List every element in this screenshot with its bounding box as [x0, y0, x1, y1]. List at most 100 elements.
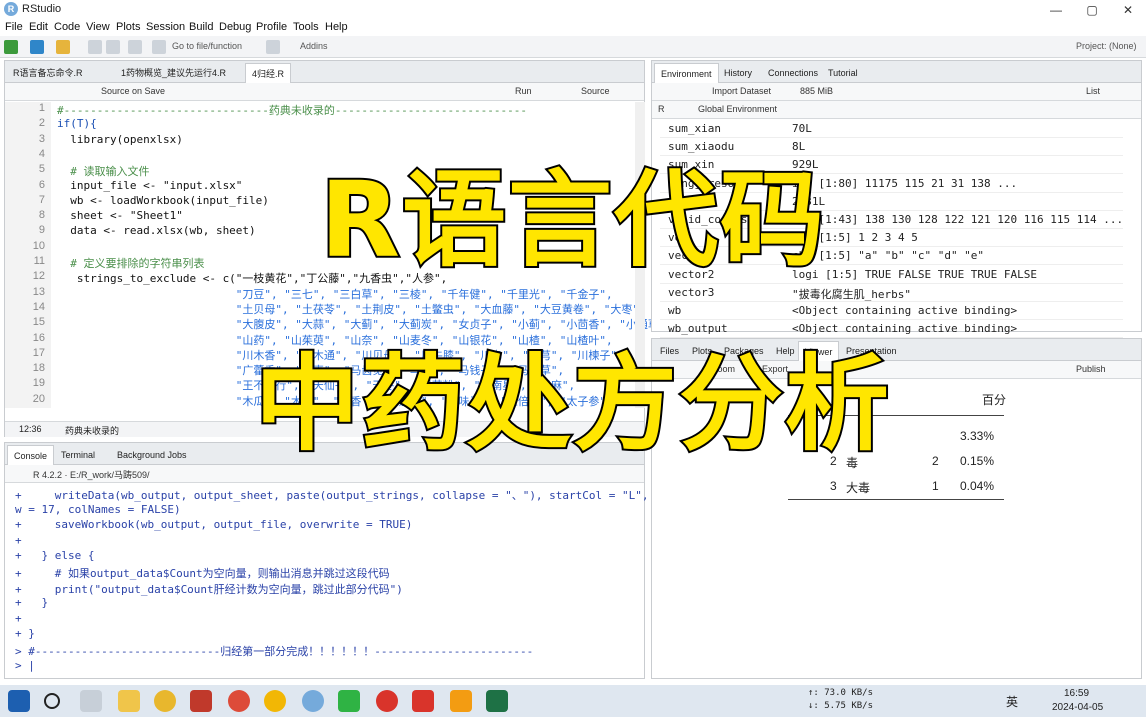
source-on-save-checkbox[interactable]: Source on Save	[101, 86, 165, 96]
tab-guijing[interactable]: 4归经.R	[245, 63, 292, 83]
env-row[interactable]: vector3 "拔毒化腐生肌_herbs"	[660, 284, 1123, 302]
search-app-icon[interactable]	[450, 690, 472, 712]
env-var-value: 8L	[792, 140, 806, 154]
line-number: 4	[38, 147, 45, 160]
taskbar: ↑: 73.0 KB/s ↓: 5.75 KB/s 英 16:59 2024-0…	[0, 685, 1146, 717]
table-bottom-rule	[788, 499, 1004, 500]
tab-connections[interactable]: Connections	[762, 63, 824, 83]
env-var-name: wb_output	[668, 322, 728, 336]
env-row[interactable]: wb <Object containing active binding>	[660, 302, 1123, 320]
main-toolbar: Go to file/function Addins Project: (Non…	[0, 36, 1146, 58]
console-pathbar: R 4.2.2 · E:/R_work/马踌509/	[5, 465, 644, 483]
code-line[interactable]: if(T){	[57, 117, 97, 130]
code-line[interactable]: "大腹皮", "大蒜", "大蓟", "大蓟炭", "女贞子", "小蓟", "…	[57, 316, 672, 332]
save-all-icon[interactable]	[106, 40, 120, 54]
menu-tools[interactable]: Tools	[293, 21, 319, 33]
memory-usage[interactable]: 885 MiB	[800, 86, 833, 96]
line-number: 14	[32, 300, 45, 313]
app-red-icon[interactable]	[190, 690, 212, 712]
env-scope-bar: R Global Environment	[652, 101, 1141, 119]
code-line[interactable]: #-------------------------------药典未收录的--…	[57, 102, 527, 118]
console-line: > |	[15, 658, 35, 672]
language-select[interactable]: R	[658, 104, 665, 114]
new-project-icon[interactable]	[30, 40, 44, 54]
close-button[interactable]: ✕	[1110, 0, 1146, 20]
line-number: 1	[38, 102, 45, 114]
tab-environment[interactable]: Environment	[654, 63, 719, 83]
viewer-cell-count: 1	[932, 479, 939, 493]
viewer-cell-idx: 3	[830, 479, 837, 493]
line-number: 16	[32, 331, 45, 344]
viewer-cell-name: 大毒	[846, 481, 871, 495]
new-file-icon[interactable]	[4, 40, 18, 54]
env-tabbar: Environment History Connections Tutorial	[652, 61, 1141, 83]
code-line[interactable]: library(openxlsx)	[57, 133, 183, 146]
overlay-title-line2: 中药处方分析	[253, 342, 891, 466]
env-var-name: sum_xiaodu	[668, 140, 735, 154]
chrome-icon[interactable]	[154, 690, 176, 712]
goto-file-input[interactable]: Go to file/function	[172, 41, 242, 51]
minimize-button[interactable]: —	[1038, 0, 1074, 20]
code-line[interactable]: "土贝母", "土茯苓", "土荆皮", "土鳖虫", "大血藤", "大豆黄卷…	[57, 301, 646, 317]
wps-icon[interactable]	[412, 690, 434, 712]
env-var-value: <Object containing active binding>	[792, 304, 1018, 317]
menu-session[interactable]: Session	[146, 21, 185, 33]
menu-file[interactable]: File	[5, 21, 23, 33]
env-row[interactable]: sum_xian 70L	[660, 120, 1123, 138]
menu-build[interactable]: Build	[189, 21, 213, 33]
wechat-icon[interactable]	[338, 690, 360, 712]
title-bar: R RStudio — ▢ ✕	[0, 0, 1146, 20]
rstudio-taskbar-icon[interactable]	[302, 690, 324, 712]
list-view-menu[interactable]: List	[1086, 86, 1100, 96]
clock-time[interactable]: 16:59	[1064, 688, 1089, 699]
console-line: + } else {	[15, 549, 95, 563]
clock-date[interactable]: 2024-04-05	[1052, 702, 1103, 713]
run-button[interactable]: Run	[515, 86, 532, 96]
sync-icon[interactable]	[264, 690, 286, 712]
scope-select[interactable]: Global Environment	[698, 104, 777, 114]
line-number: 15	[32, 316, 45, 329]
menu-help[interactable]: Help	[325, 21, 348, 33]
tab-drug-overview[interactable]: 1药物概览_建议先运行4.R	[115, 63, 232, 83]
env-var-value: <Object containing active binding>	[792, 322, 1018, 336]
file-explorer-icon[interactable]	[118, 690, 140, 712]
ime-indicator[interactable]: 英	[1006, 693, 1018, 710]
record-icon[interactable]	[376, 690, 398, 712]
console-line: w = 17, colNames = FALSE)	[15, 502, 181, 516]
project-menu[interactable]: Project: (None)	[1076, 41, 1137, 51]
search-icon[interactable]	[44, 693, 60, 709]
code-line[interactable]: "刀豆", "三七", "三白草", "三棱", "千年健", "千里光", "…	[57, 286, 613, 302]
start-icon[interactable]	[8, 690, 30, 712]
save-icon[interactable]	[88, 40, 102, 54]
tab-history[interactable]: History	[718, 63, 758, 83]
menu-bar: File Edit Code View Plots Session Build …	[0, 20, 1146, 36]
menu-edit[interactable]: Edit	[29, 21, 48, 33]
menu-code[interactable]: Code	[54, 21, 80, 33]
open-file-icon[interactable]	[56, 40, 70, 54]
env-var-value: 70L	[792, 122, 812, 135]
env-var-name: vector3	[668, 285, 715, 299]
env-toolbar: Import Dataset 885 MiB List	[652, 83, 1141, 101]
maximize-button[interactable]: ▢	[1074, 0, 1110, 20]
line-number: 13	[32, 285, 45, 298]
excel-icon[interactable]	[486, 690, 508, 712]
source-button[interactable]: Source	[581, 86, 610, 96]
browser-icon[interactable]	[228, 690, 250, 712]
addins-menu[interactable]: Addins	[300, 41, 328, 51]
tab-tutorial[interactable]: Tutorial	[822, 63, 864, 83]
menu-view[interactable]: View	[86, 21, 110, 33]
menu-debug[interactable]: Debug	[219, 21, 251, 33]
print-icon[interactable]	[128, 40, 142, 54]
menu-profile[interactable]: Profile	[256, 21, 287, 33]
goto-arrow-icon	[152, 40, 166, 54]
console-line: + print("output_data$Count肝经计数为空向量，跳过此部分…	[15, 582, 403, 596]
task-view-icon[interactable]	[80, 690, 102, 712]
env-row[interactable]: wb_output <Object containing active bindi…	[660, 320, 1123, 339]
net-upload: ↑: 73.0 KB/s	[808, 688, 874, 698]
env-row[interactable]: sum_xiaodu 8L	[660, 138, 1123, 157]
menu-plots[interactable]: Plots	[116, 21, 140, 33]
tab-r-memo[interactable]: R语言备忘命令.R	[7, 63, 89, 83]
console-line: + }	[15, 627, 35, 641]
grid-icon[interactable]	[266, 40, 280, 54]
import-dataset-button[interactable]: Import Dataset	[712, 86, 771, 96]
